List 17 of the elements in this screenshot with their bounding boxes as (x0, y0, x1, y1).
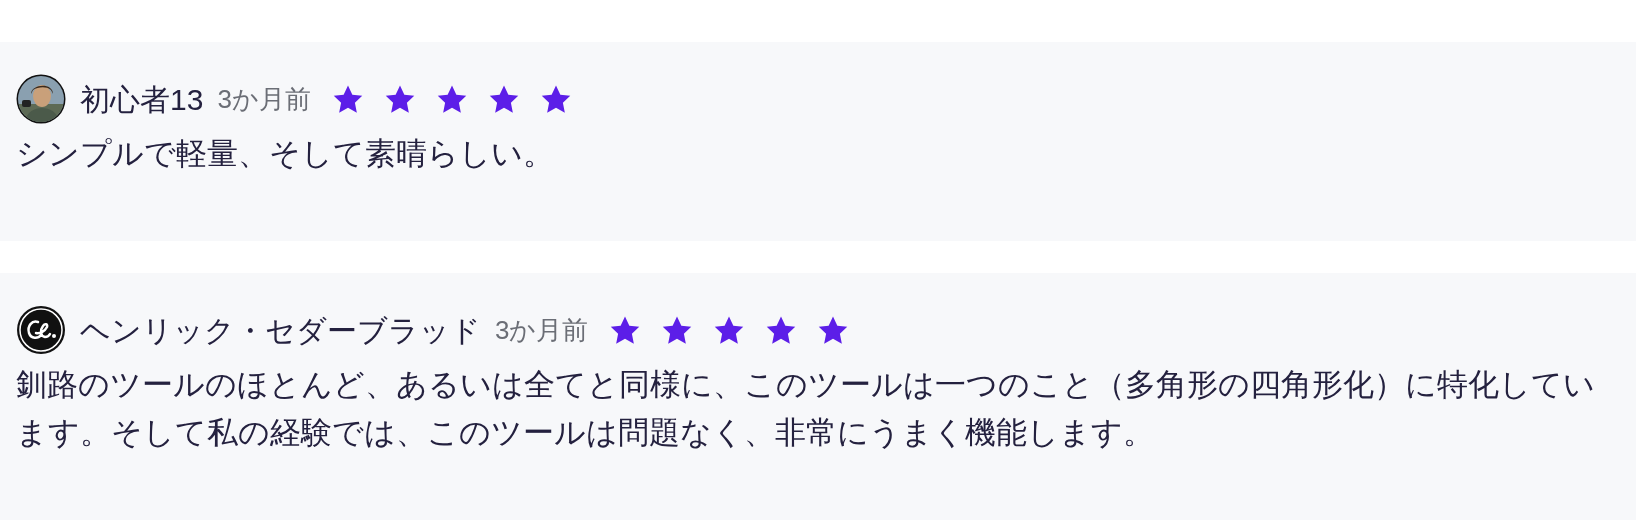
star-icon (818, 315, 849, 345)
logo-icon (16, 305, 66, 355)
star-icon (610, 315, 641, 345)
review-time: 3か月前 (495, 313, 589, 347)
review-text: シンプルで軽量、そして素晴らしい。 (16, 135, 555, 173)
author-name: 初心者13 (80, 81, 204, 118)
review-text: 釧路のツールのほとんど、あるいは全てと同様に、このツールは一つのこと（多角形の四角形化）に特化しています。そして私の経験では、このツールは問題なく、非常にうまく機能します。 (16, 366, 1596, 452)
review-time: 3か月前 (217, 82, 311, 116)
star-icon (540, 84, 571, 114)
star-icon (488, 84, 519, 114)
star-icon (714, 315, 745, 345)
star-icon (436, 84, 467, 114)
star-icon (332, 84, 363, 114)
star-icon (384, 84, 415, 114)
author-name: ヘンリック・セダーブラッド (80, 312, 481, 349)
star-icon (662, 315, 693, 345)
star-icon (766, 315, 797, 345)
